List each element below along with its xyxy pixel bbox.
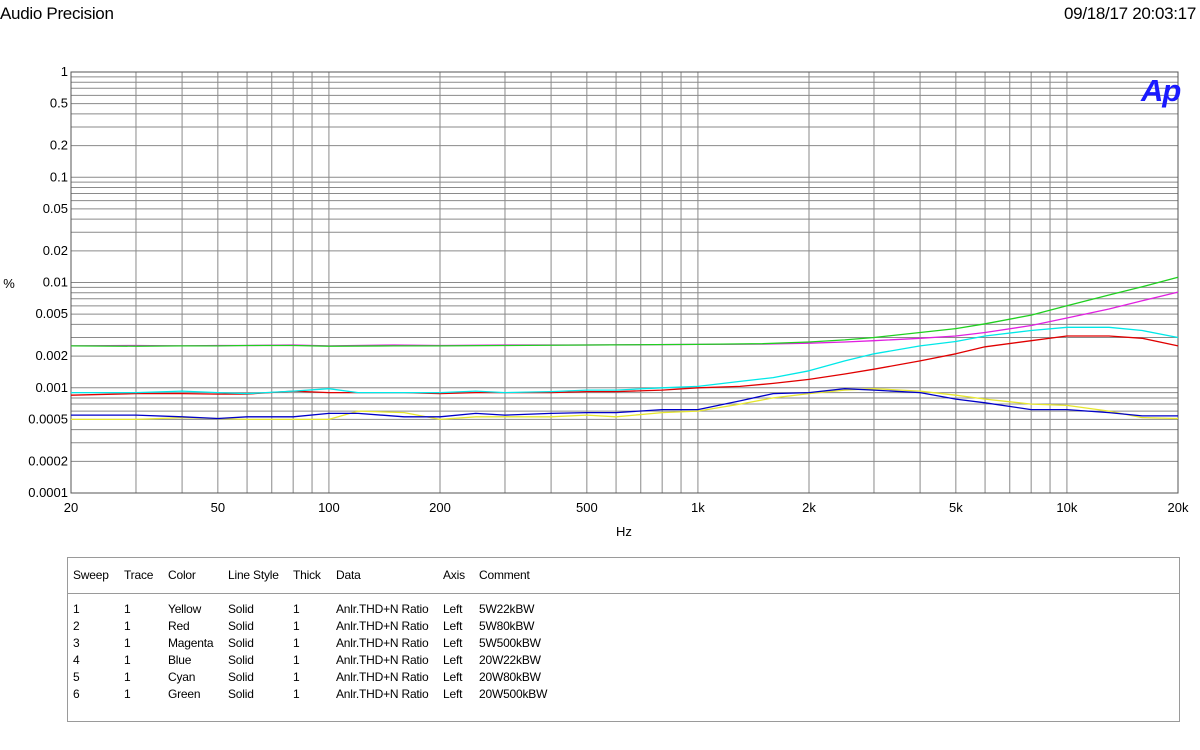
legend-cell: 1 [124,619,131,633]
legend-row: 4 1 Blue Solid 1 Anlr.THD+N Ratio Left 20W22kBW [68,653,1179,670]
legend-header-cell: Axis [443,568,465,582]
legend-row: 5 1 Cyan Solid 1 Anlr.THD+N Ratio Left 20W80kBW [68,670,1179,687]
legend-cell: Anlr.THD+N Ratio [336,653,429,667]
y-tick-label: 0.2 [50,138,68,153]
x-tick-label: 100 [318,500,340,515]
legend-header-cell: Comment [479,568,530,582]
x-tick-label: 10k [1056,500,1077,515]
legend-row: 6 1 Green Solid 1 Anlr.THD+N Ratio Left 20W500k… [68,687,1179,704]
legend-cell: Left [443,636,463,650]
legend-cell: Anlr.THD+N Ratio [336,602,429,616]
y-tick-label: 0.001 [35,380,68,395]
legend-cell: 20W22kBW [479,653,541,667]
legend-cell: 20W500kBW [479,687,548,701]
legend-cell: Solid [228,602,254,616]
legend-cell: 1 [293,653,300,667]
legend-cell: 20W80kBW [479,670,541,684]
legend-cell: Left [443,619,463,633]
legend-cell: Solid [228,619,254,633]
legend-cell: Yellow [168,602,202,616]
x-tick-label: 20 [64,500,78,515]
legend-cell: Cyan [168,670,196,684]
thd-n-chart: 20 50 100 200 500 1k 2k 5k 10k 20k 1 0.5 0.2 0.1 0.05 0… [3,64,1189,539]
legend-cell: 1 [293,636,300,650]
x-tick-label: 200 [429,500,451,515]
y-tick-label: 0.5 [50,96,68,111]
x-axis-label: Hz [616,524,632,539]
legend-cell: 1 [124,636,131,650]
x-tick-label: 500 [576,500,598,515]
legend-cell: Solid [228,653,254,667]
legend-cell: 3 [73,636,80,650]
y-tick-label: 0.002 [35,348,68,363]
legend-cell: Blue [168,653,192,667]
trace-legend-table: Sweep Trace Color Line Style Thick Data Axis Co… [67,557,1180,722]
legend-cell: Solid [228,636,254,650]
legend-cell: 1 [124,602,131,616]
legend-cell: Left [443,602,463,616]
legend-cell: 1 [124,670,131,684]
y-tick-label: 0.005 [35,306,68,321]
legend-cell: Anlr.THD+N Ratio [336,636,429,650]
legend-header-cell: Sweep [73,568,109,582]
legend-cell: 5 [73,670,80,684]
ap-logo: Ap [1140,73,1180,108]
x-tick-label: 50 [211,500,225,515]
legend-cell: 1 [293,687,300,701]
legend-cell: 1 [73,602,80,616]
x-tick-label: 20k [1168,500,1189,515]
y-tick-label: 0.0002 [28,453,68,468]
legend-cell: Left [443,653,463,667]
legend-row: 2 1 Red Solid 1 Anlr.THD+N Ratio Left 5W80kBW [68,619,1179,636]
legend-cell: Anlr.THD+N Ratio [336,687,429,701]
legend-header-cell: Color [168,568,196,582]
legend-row: 3 1 Magenta Solid 1 Anlr.THD+N Ratio Left 5W500… [68,636,1179,653]
legend-cell: 5W500kBW [479,636,541,650]
y-tick-label: 0.01 [43,275,68,290]
legend-cell: 1 [124,653,131,667]
legend-cell: Red [168,619,190,633]
y-tick-label: 0.05 [43,201,68,216]
legend-cell: 1 [293,602,300,616]
y-tick-label: 0.02 [43,243,68,258]
legend-cell: Left [443,670,463,684]
legend-cell: Anlr.THD+N Ratio [336,670,429,684]
legend-cell: 1 [293,670,300,684]
legend-cell: Magenta [168,636,214,650]
legend-cell: 5W22kBW [479,602,535,616]
y-tick-label: 1 [61,64,68,79]
legend-cell: Left [443,687,463,701]
legend-header-cell: Data [336,568,361,582]
legend-cell: 6 [73,687,80,701]
x-tick-label: 1k [691,500,705,515]
legend-cell: 4 [73,653,80,667]
y-axis-label: % [3,276,15,291]
legend-header-cell: Line Style [228,568,279,582]
legend-cell: Green [168,687,201,701]
y-tick-label: 0.0001 [28,485,68,500]
legend-cell: Solid [228,670,254,684]
legend-header-row: Sweep Trace Color Line Style Thick Data Axis Co… [68,558,1179,594]
legend-cell: 1 [293,619,300,633]
legend-cell: Solid [228,687,254,701]
x-tick-label: 2k [802,500,816,515]
legend-cell: Anlr.THD+N Ratio [336,619,429,633]
legend-cell: 2 [73,619,80,633]
legend-header-cell: Thick [293,568,321,582]
legend-cell: 5W80kBW [479,619,535,633]
y-tick-label: 0.1 [50,169,68,184]
x-tick-label: 5k [949,500,963,515]
legend-cell: 1 [124,687,131,701]
legend-header-cell: Trace [124,568,154,582]
y-tick-label: 0.0005 [28,411,68,426]
legend-row: 1 1 Yellow Solid 1 Anlr.THD+N Ratio Left 5W22kB… [68,602,1179,619]
